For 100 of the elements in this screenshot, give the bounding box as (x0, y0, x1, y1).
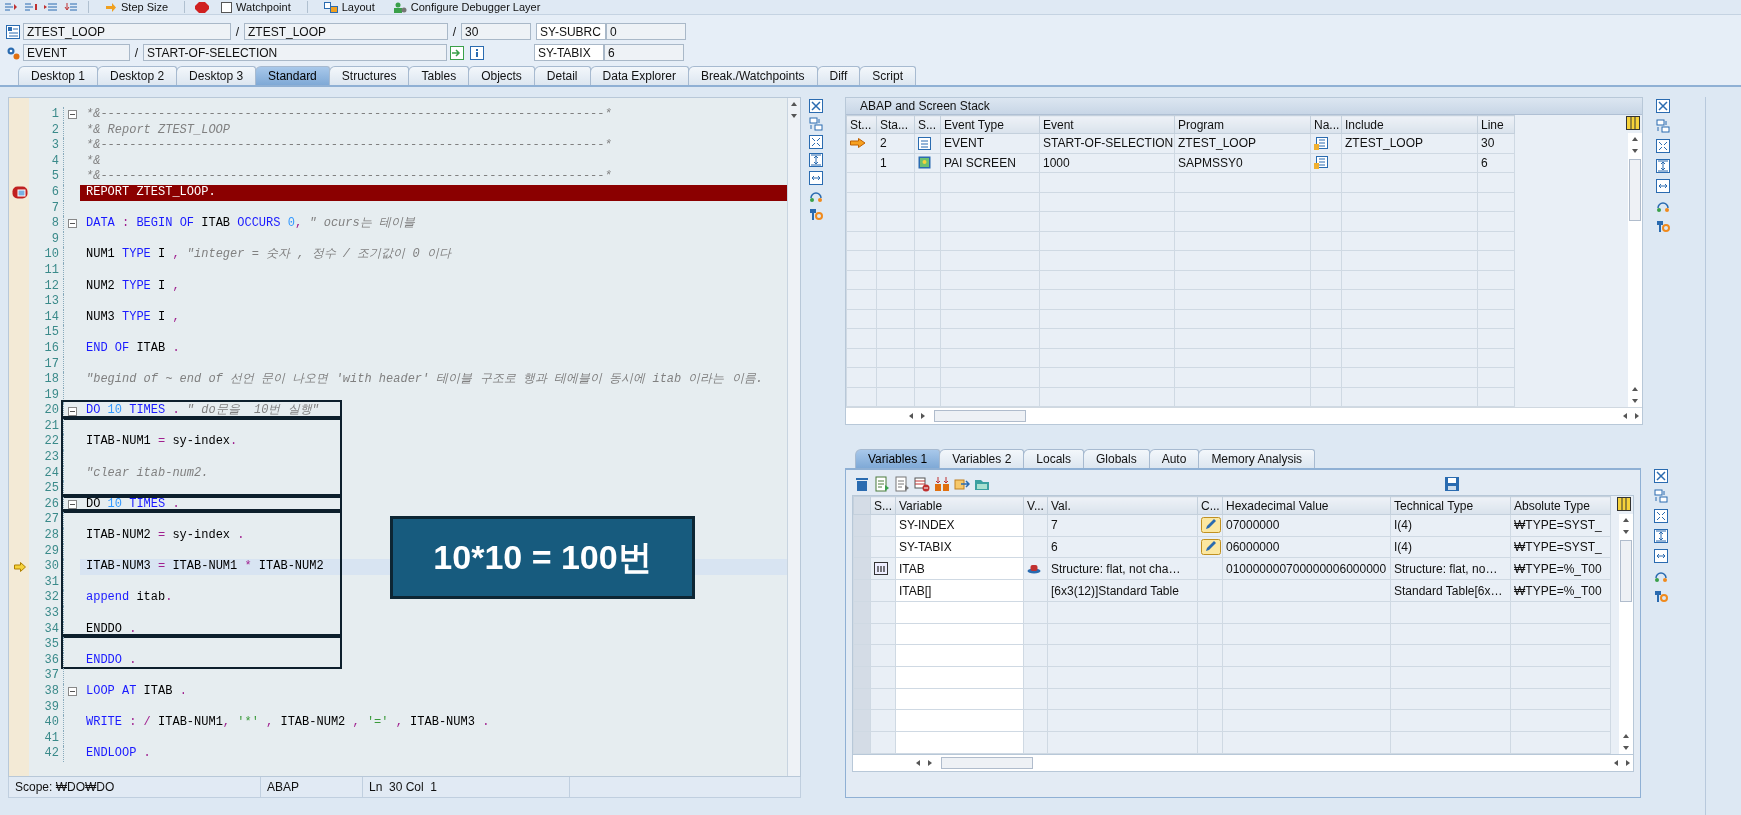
scroll-down-icon[interactable] (790, 112, 798, 120)
pencil-icon[interactable] (1201, 517, 1221, 534)
swap-icon[interactable] (809, 117, 823, 131)
breakpoint-icon[interactable] (12, 186, 28, 200)
scroll-left-icon[interactable] (1621, 412, 1629, 420)
swap-icon[interactable] (1654, 489, 1668, 503)
column-header[interactable]: Include (1341, 115, 1478, 134)
scroll-right-icon[interactable] (919, 412, 927, 420)
toolbar-icon[interactable] (4, 2, 18, 12)
toolbar-icon[interactable] (44, 2, 58, 12)
scroll-left-icon[interactable] (907, 412, 915, 420)
tab[interactable]: Diff (816, 66, 861, 85)
scroll-thumb[interactable] (1629, 159, 1641, 221)
vertical-arrows-icon[interactable] (809, 153, 823, 167)
column-header[interactable]: S... (870, 496, 896, 515)
column-header[interactable]: Absolute Type (1510, 496, 1611, 515)
tab[interactable]: Structures (328, 66, 410, 85)
scrollbar[interactable] (1628, 133, 1642, 407)
column-header[interactable]: Sta... (876, 115, 915, 134)
headset-icon[interactable] (809, 189, 823, 203)
export-icon[interactable] (954, 476, 970, 492)
horizontal-arrows-icon[interactable] (809, 171, 823, 185)
horizontal-arrows-icon[interactable] (1656, 179, 1670, 193)
column-header[interactable]: C... (1197, 496, 1223, 515)
collapse-icon[interactable] (67, 406, 77, 416)
headset-icon[interactable] (1656, 199, 1670, 213)
column-header[interactable]: Event (1039, 115, 1175, 134)
close-icon[interactable] (1654, 469, 1668, 483)
list-remove-icon[interactable] (914, 476, 930, 492)
horizontal-arrows-icon[interactable] (1654, 549, 1668, 563)
expand-icon[interactable] (1656, 139, 1670, 153)
scroll-down-icon[interactable] (1622, 744, 1630, 752)
vertical-arrows-icon[interactable] (1654, 529, 1668, 543)
column-header[interactable]: St... (846, 115, 877, 134)
scroll-up-icon[interactable] (1622, 732, 1630, 740)
toolbar-icon[interactable] (24, 2, 38, 12)
scroll-down-icon[interactable] (1622, 528, 1630, 536)
stop-icon[interactable] (195, 1, 210, 13)
column-header[interactable]: Val. (1047, 496, 1198, 515)
scroll-left-icon[interactable] (1612, 759, 1620, 767)
source-icon[interactable] (1314, 136, 1328, 150)
column-header[interactable]: Variable (895, 496, 1024, 515)
collapse-icon[interactable] (67, 500, 77, 510)
tools-icon[interactable] (1654, 589, 1668, 603)
scroll-right-icon[interactable] (1624, 759, 1632, 767)
scrollbar[interactable] (787, 98, 800, 776)
column-header[interactable]: Event Type (940, 115, 1040, 134)
hat-icon[interactable] (1027, 563, 1041, 575)
tab[interactable]: Desktop 1 (18, 66, 99, 85)
expand-icon[interactable] (1654, 509, 1668, 523)
vertical-arrows-icon[interactable] (1656, 159, 1670, 173)
tab[interactable]: Memory Analysis (1198, 449, 1316, 468)
info-icon[interactable] (470, 45, 484, 60)
trash-icon[interactable] (854, 476, 870, 492)
pencil-icon[interactable] (1201, 539, 1221, 556)
sort-icon[interactable] (934, 476, 950, 492)
tab[interactable]: Locals (1023, 449, 1084, 468)
configure-button[interactable]: Configure Debugger Layer (386, 0, 547, 14)
columns-icon[interactable] (1626, 116, 1642, 133)
columns-icon[interactable] (1617, 497, 1633, 514)
scrollbar[interactable] (1619, 514, 1633, 754)
structure-icon[interactable] (874, 562, 888, 576)
scroll-right-icon[interactable] (926, 759, 934, 767)
column-header[interactable]: V... (1023, 496, 1048, 515)
tab[interactable]: Detail (533, 66, 591, 85)
tab[interactable]: Auto (1148, 449, 1200, 468)
tab[interactable]: Objects (468, 66, 535, 85)
watchpoint-button[interactable]: Watchpoint (215, 0, 297, 14)
document-icon[interactable] (894, 476, 910, 492)
scroll-thumb[interactable] (1620, 540, 1632, 602)
column-header[interactable]: Na... (1310, 115, 1342, 134)
tools-icon[interactable] (1656, 219, 1670, 233)
tab[interactable]: Break./Watchpoints (687, 66, 818, 85)
save-icon[interactable] (1444, 476, 1460, 492)
horizontal-scrollbar[interactable] (846, 407, 1642, 424)
tab[interactable]: Globals (1083, 449, 1150, 468)
headset-icon[interactable] (1654, 569, 1668, 583)
tab[interactable]: Tables (408, 66, 470, 85)
scroll-up-icon[interactable] (790, 100, 798, 108)
collapse-icon[interactable] (67, 110, 77, 120)
tab[interactable]: Desktop 2 (97, 66, 178, 85)
scroll-down-icon[interactable] (1631, 147, 1639, 155)
toolbar-icon[interactable] (64, 2, 78, 12)
close-icon[interactable] (809, 99, 823, 113)
tools-icon[interactable] (809, 207, 823, 221)
expand-icon[interactable] (809, 135, 823, 149)
column-header[interactable]: Hexadecimal Value (1222, 496, 1391, 515)
column-header[interactable]: S... (914, 115, 941, 134)
layout-button[interactable]: Layout (317, 0, 381, 14)
horizontal-scrollbar[interactable] (852, 755, 1634, 772)
tab[interactable]: Standard (255, 66, 330, 85)
scroll-up-icon[interactable] (1631, 385, 1639, 393)
column-header[interactable]: Technical Type (1390, 496, 1511, 515)
collapse-icon[interactable] (67, 687, 77, 697)
tab[interactable]: Data Explorer (589, 66, 689, 85)
tab[interactable]: Variables 1 (855, 449, 941, 468)
tab[interactable]: Script (859, 66, 916, 85)
source-icon[interactable] (1314, 156, 1328, 170)
swap-icon[interactable] (1656, 119, 1670, 133)
scroll-down-icon[interactable] (1631, 397, 1639, 405)
